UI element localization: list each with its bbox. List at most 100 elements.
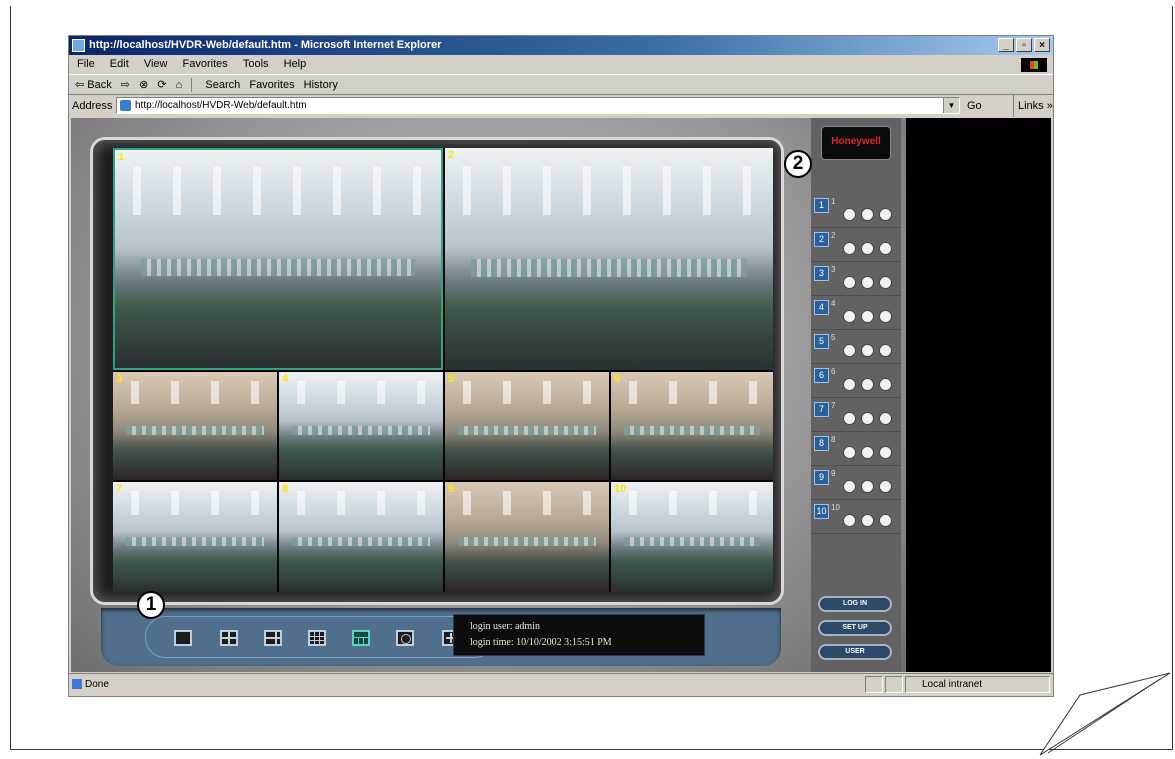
toolbar-separator [191, 78, 193, 93]
channel-dot[interactable] [861, 208, 874, 221]
camera-number: 9 [448, 483, 455, 495]
maximize-button[interactable]: ▫ [1016, 38, 1032, 52]
layout-1-icon[interactable] [174, 630, 192, 646]
layout-6-icon[interactable] [264, 630, 282, 646]
chevron-down-icon[interactable]: ▼ [943, 98, 959, 113]
empty-content-area [906, 118, 1051, 672]
grid-line [222, 637, 236, 639]
channel-dot[interactable] [861, 378, 874, 391]
channel-dot[interactable] [843, 310, 856, 323]
channel-dot[interactable] [879, 242, 892, 255]
channel-dot[interactable] [879, 310, 892, 323]
close-button[interactable]: × [1034, 38, 1050, 52]
camera-number: 8 [282, 483, 289, 495]
channel-dot[interactable] [861, 344, 874, 357]
channel-button[interactable]: 10 [814, 504, 829, 519]
camera-view-10[interactable]: 10 [611, 482, 773, 592]
camera-view-3[interactable]: 3 [113, 372, 277, 480]
favorites-button[interactable]: Favorites [249, 79, 294, 91]
channel-button[interactable]: 2 [814, 232, 829, 247]
user-button[interactable]: USER [818, 644, 892, 660]
login-user-text: login user: admin [470, 621, 540, 632]
menu-favorites[interactable]: Favorites [183, 58, 228, 70]
channel-dot[interactable] [861, 310, 874, 323]
camera-view-5[interactable]: 5 [445, 372, 609, 480]
layout-9-icon[interactable] [308, 630, 326, 646]
channel-dot[interactable] [843, 446, 856, 459]
channel-dot[interactable] [879, 480, 892, 493]
channel-dot[interactable] [879, 412, 892, 425]
menu-view[interactable]: View [144, 58, 168, 70]
dvr-viewer: 1 2 3 4 5 6 7 8 9 10 login user: admin l… [71, 118, 906, 672]
channel-button[interactable]: 9 [814, 470, 829, 485]
channel-dot[interactable] [879, 446, 892, 459]
channel-dot[interactable] [861, 480, 874, 493]
channel-dot[interactable] [861, 446, 874, 459]
channel-dot[interactable] [879, 208, 892, 221]
camera-number: 4 [282, 373, 289, 385]
channel-dot[interactable] [861, 276, 874, 289]
channel-dot[interactable] [861, 514, 874, 527]
channel-button[interactable]: 6 [814, 368, 829, 383]
grid-line [363, 637, 364, 644]
channel-button[interactable]: 7 [814, 402, 829, 417]
channel-button[interactable]: 5 [814, 334, 829, 349]
sequence-icon[interactable] [396, 630, 414, 646]
camera-view-2[interactable]: 2 [445, 148, 773, 370]
channel-dot[interactable] [879, 344, 892, 357]
channel-dot[interactable] [843, 514, 856, 527]
links-button[interactable]: Links » [1013, 95, 1053, 117]
channel-label: 7 [831, 401, 836, 410]
channel-dot[interactable] [843, 276, 856, 289]
channel-label: 6 [831, 367, 836, 376]
history-button[interactable]: History [304, 79, 338, 91]
camera-view-7[interactable]: 7 [113, 482, 277, 592]
go-button[interactable]: Go [967, 95, 982, 117]
browser-window: http://localhost/HVDR-Web/default.htm - … [68, 35, 1054, 697]
channel-row: 4 4 [811, 296, 901, 330]
search-button[interactable]: Search [205, 79, 240, 91]
channel-dot[interactable] [879, 378, 892, 391]
channel-dot[interactable] [879, 514, 892, 527]
login-button[interactable]: LOG IN [818, 596, 892, 612]
channel-dot[interactable] [843, 344, 856, 357]
channel-button[interactable]: 8 [814, 436, 829, 451]
channel-dot[interactable] [843, 208, 856, 221]
login-time-text: login time: 10/10/2002 3:15:51 PM [470, 637, 612, 648]
channel-button[interactable]: 3 [814, 266, 829, 281]
setup-button[interactable]: SET UP [818, 620, 892, 636]
camera-view-1[interactable]: 1 [113, 148, 443, 370]
channel-dot[interactable] [843, 242, 856, 255]
camera-view-6[interactable]: 6 [611, 372, 773, 480]
status-panel [885, 676, 903, 693]
layout-10-icon[interactable] [352, 630, 370, 646]
channel-dot[interactable] [879, 276, 892, 289]
channel-dot[interactable] [861, 412, 874, 425]
minimize-button[interactable]: _ [998, 38, 1014, 52]
callout-marker-2: 2 [784, 150, 812, 178]
channel-button[interactable]: 1 [814, 198, 829, 213]
channel-dot[interactable] [843, 412, 856, 425]
address-input[interactable]: http://localhost/HVDR-Web/default.htm ▼ [116, 97, 960, 114]
menu-edit[interactable]: Edit [110, 58, 129, 70]
brand-logo[interactable]: Honeywell [821, 126, 891, 160]
layout-4-icon[interactable] [220, 630, 238, 646]
channel-dot[interactable] [861, 242, 874, 255]
channel-button[interactable]: 4 [814, 300, 829, 315]
channel-dot[interactable] [843, 378, 856, 391]
grid-line [310, 640, 324, 641]
camera-view-8[interactable]: 8 [279, 482, 443, 592]
camera-view-9[interactable]: 9 [445, 482, 609, 592]
stop-icon[interactable]: ⊗ [139, 79, 148, 91]
refresh-icon[interactable]: ⟳ [157, 79, 166, 91]
menu-tools[interactable]: Tools [243, 58, 269, 70]
forward-button[interactable]: ⇨ [121, 79, 130, 91]
home-icon[interactable]: ⌂ [176, 79, 183, 91]
channel-label: 1 [831, 197, 836, 206]
channel-dot[interactable] [843, 480, 856, 493]
back-button[interactable]: ⇦ Back [75, 79, 112, 91]
camera-view-4[interactable]: 4 [279, 372, 443, 480]
menu-file[interactable]: File [77, 58, 95, 70]
channel-row: 10 10 [811, 500, 901, 534]
menu-help[interactable]: Help [284, 58, 307, 70]
